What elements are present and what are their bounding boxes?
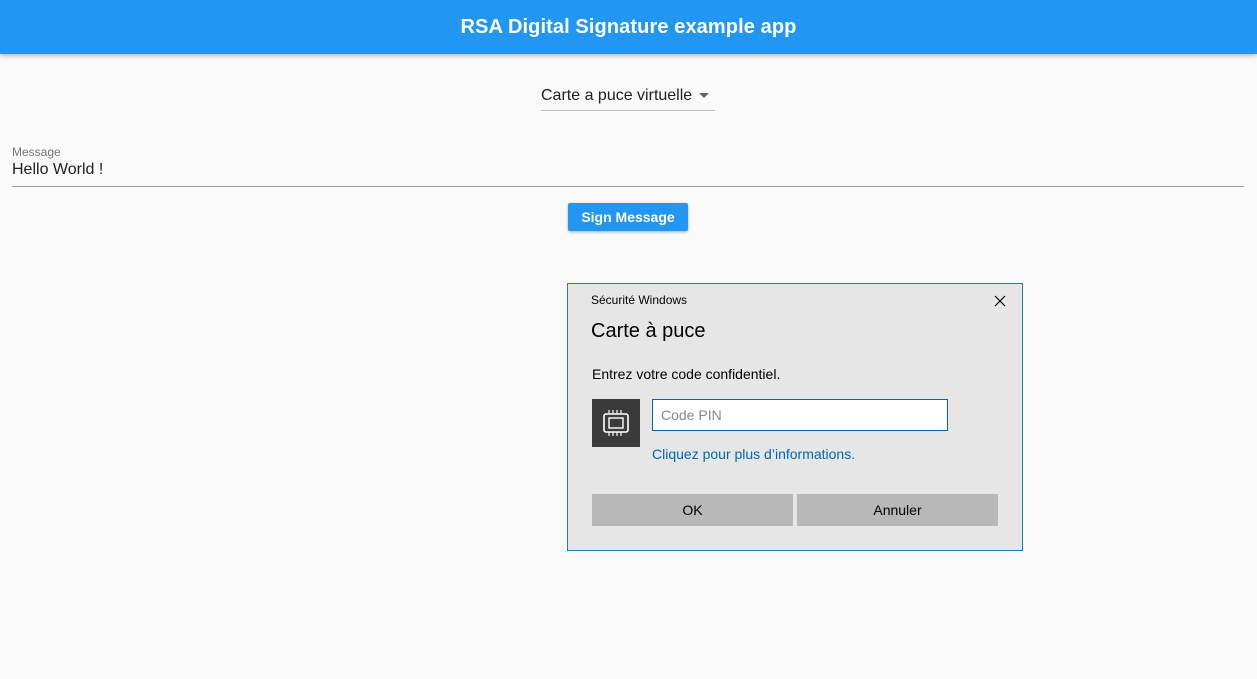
dropdown-arrow-icon bbox=[699, 93, 709, 98]
message-field[interactable]: Message Hello World ! bbox=[12, 144, 1244, 187]
windows-security-dialog: Sécurité Windows Carte à puce Entrez vot… bbox=[567, 283, 1023, 551]
dropdown-selected-value: Carte a puce virtuelle bbox=[541, 87, 693, 104]
sign-message-button[interactable]: Sign Message bbox=[568, 203, 688, 231]
dialog-prompt: Entrez votre code confidentiel. bbox=[592, 366, 781, 382]
app-bar: RSA Digital Signature example app bbox=[0, 0, 1257, 54]
dialog-header: Sécurité Windows bbox=[591, 293, 688, 307]
more-info-link[interactable]: Cliquez pour plus d’informations. bbox=[652, 446, 855, 462]
smartcard-chip-icon bbox=[592, 399, 640, 447]
ok-button[interactable]: OK bbox=[592, 494, 793, 526]
message-label: Message bbox=[12, 145, 61, 159]
app-title: RSA Digital Signature example app bbox=[460, 15, 797, 38]
pin-input[interactable] bbox=[652, 399, 948, 431]
message-input[interactable]: Hello World ! bbox=[12, 161, 103, 179]
cancel-button[interactable]: Annuler bbox=[797, 494, 998, 526]
close-icon[interactable] bbox=[988, 290, 1012, 312]
card-reader-dropdown[interactable]: Carte a puce virtuelle bbox=[541, 82, 715, 111]
dialog-title: Carte à puce bbox=[591, 320, 706, 342]
